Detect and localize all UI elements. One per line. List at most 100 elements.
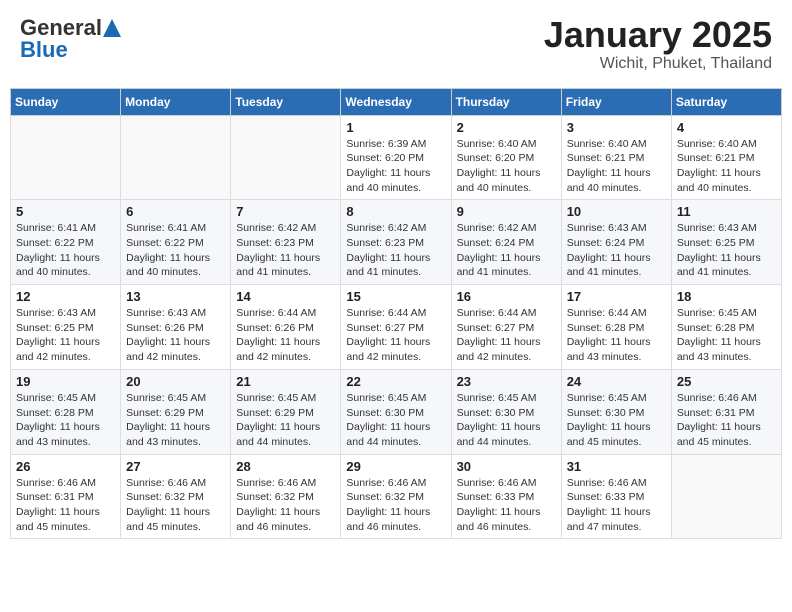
day-number: 1 bbox=[346, 120, 445, 135]
day-number: 8 bbox=[346, 204, 445, 219]
day-number: 21 bbox=[236, 374, 335, 389]
calendar-cell: 28Sunrise: 6:46 AM Sunset: 6:32 PM Dayli… bbox=[231, 454, 341, 539]
day-info: Sunrise: 6:46 AM Sunset: 6:31 PM Dayligh… bbox=[677, 391, 776, 450]
calendar-cell: 15 Sunrise: 6:44 AM Sunset: 6:27 PM Dayli… bbox=[341, 285, 451, 370]
calendar-cell: 22 Sunrise: 6:45 AM Sunset: 6:30 PM Dayli… bbox=[341, 369, 451, 454]
calendar-cell: 5 Sunrise: 6:41 AM Sunset: 6:22 PM Daylig… bbox=[11, 200, 121, 285]
calendar-cell bbox=[231, 115, 341, 200]
day-info: Sunrise: 6:41 AM Sunset: 6:22 PM Dayligh… bbox=[126, 221, 225, 280]
calendar-cell: 26 Sunrise: 6:46 AM Sunset: 6:31 PM Dayli… bbox=[11, 454, 121, 539]
day-info: Sunrise: 6:46 AM Sunset: 6:33 PM Dayligh… bbox=[567, 476, 666, 535]
day-info: Sunrise: 6:46 AM Sunset: 6:31 PM Dayligh… bbox=[16, 476, 115, 535]
calendar-week-3: 12 Sunrise: 6:43 AM Sunset: 6:25 PM Dayli… bbox=[11, 285, 782, 370]
month-title: January 2025 bbox=[544, 15, 772, 55]
weekday-header-row: SundayMondayTuesdayWednesdayThursdayFrid… bbox=[11, 88, 782, 115]
day-number: 27 bbox=[126, 459, 225, 474]
day-number: 6 bbox=[126, 204, 225, 219]
title-area: January 2025 Wichit, Phuket, Thailand bbox=[544, 15, 772, 73]
calendar-week-1: 1 Sunrise: 6:39 AM Sunset: 6:20 PM Daylig… bbox=[11, 115, 782, 200]
day-number: 12 bbox=[16, 289, 115, 304]
day-info: Sunrise: 6:40 AM Sunset: 6:21 PM Dayligh… bbox=[677, 137, 776, 196]
day-number: 5 bbox=[16, 204, 115, 219]
day-number: 23 bbox=[457, 374, 556, 389]
day-info: Sunrise: 6:42 AM Sunset: 6:24 PM Dayligh… bbox=[457, 221, 556, 280]
day-number: 3 bbox=[567, 120, 666, 135]
day-info: Sunrise: 6:45 AM Sunset: 6:30 PM Dayligh… bbox=[567, 391, 666, 450]
page-header: General Blue January 2025 Wichit, Phuket… bbox=[10, 10, 782, 78]
calendar-cell bbox=[121, 115, 231, 200]
calendar-cell: 18 Sunrise: 6:45 AM Sunset: 6:28 PM Dayli… bbox=[671, 285, 781, 370]
day-info: Sunrise: 6:39 AM Sunset: 6:20 PM Dayligh… bbox=[346, 137, 445, 196]
logo: General Blue bbox=[20, 15, 122, 63]
weekday-header-wednesday: Wednesday bbox=[341, 88, 451, 115]
day-number: 25 bbox=[677, 374, 776, 389]
calendar-week-4: 19Sunrise: 6:45 AM Sunset: 6:28 PM Dayli… bbox=[11, 369, 782, 454]
day-info: Sunrise: 6:46 AM Sunset: 6:33 PM Dayligh… bbox=[457, 476, 556, 535]
calendar-cell: 21 Sunrise: 6:45 AM Sunset: 6:29 PM Dayli… bbox=[231, 369, 341, 454]
day-info: Sunrise: 6:44 AM Sunset: 6:28 PM Dayligh… bbox=[567, 306, 666, 365]
calendar-cell: 16 Sunrise: 6:44 AM Sunset: 6:27 PM Dayli… bbox=[451, 285, 561, 370]
day-number: 9 bbox=[457, 204, 556, 219]
calendar-cell: 11Sunrise: 6:43 AM Sunset: 6:25 PM Dayli… bbox=[671, 200, 781, 285]
day-number: 11 bbox=[677, 204, 776, 219]
day-number: 22 bbox=[346, 374, 445, 389]
calendar-cell: 14Sunrise: 6:44 AM Sunset: 6:26 PM Dayli… bbox=[231, 285, 341, 370]
day-info: Sunrise: 6:43 AM Sunset: 6:26 PM Dayligh… bbox=[126, 306, 225, 365]
weekday-header-saturday: Saturday bbox=[671, 88, 781, 115]
day-info: Sunrise: 6:46 AM Sunset: 6:32 PM Dayligh… bbox=[126, 476, 225, 535]
day-number: 15 bbox=[346, 289, 445, 304]
day-number: 30 bbox=[457, 459, 556, 474]
day-info: Sunrise: 6:43 AM Sunset: 6:24 PM Dayligh… bbox=[567, 221, 666, 280]
calendar-cell bbox=[11, 115, 121, 200]
day-number: 20 bbox=[126, 374, 225, 389]
calendar-week-5: 26 Sunrise: 6:46 AM Sunset: 6:31 PM Dayli… bbox=[11, 454, 782, 539]
day-number: 10 bbox=[567, 204, 666, 219]
calendar-cell: 30 Sunrise: 6:46 AM Sunset: 6:33 PM Dayli… bbox=[451, 454, 561, 539]
logo-icon bbox=[103, 19, 121, 37]
calendar-cell: 20Sunrise: 6:45 AM Sunset: 6:29 PM Dayli… bbox=[121, 369, 231, 454]
day-info: Sunrise: 6:45 AM Sunset: 6:29 PM Dayligh… bbox=[236, 391, 335, 450]
day-info: Sunrise: 6:45 AM Sunset: 6:28 PM Dayligh… bbox=[677, 306, 776, 365]
calendar-cell: 31Sunrise: 6:46 AM Sunset: 6:33 PM Dayli… bbox=[561, 454, 671, 539]
weekday-header-tuesday: Tuesday bbox=[231, 88, 341, 115]
calendar-cell: 13 Sunrise: 6:43 AM Sunset: 6:26 PM Dayli… bbox=[121, 285, 231, 370]
location: Wichit, Phuket, Thailand bbox=[544, 55, 772, 73]
calendar-cell: 23 Sunrise: 6:45 AM Sunset: 6:30 PM Dayli… bbox=[451, 369, 561, 454]
weekday-header-sunday: Sunday bbox=[11, 88, 121, 115]
day-info: Sunrise: 6:42 AM Sunset: 6:23 PM Dayligh… bbox=[346, 221, 445, 280]
calendar-week-2: 5 Sunrise: 6:41 AM Sunset: 6:22 PM Daylig… bbox=[11, 200, 782, 285]
weekday-header-monday: Monday bbox=[121, 88, 231, 115]
day-info: Sunrise: 6:44 AM Sunset: 6:27 PM Dayligh… bbox=[346, 306, 445, 365]
day-number: 26 bbox=[16, 459, 115, 474]
logo-blue: Blue bbox=[20, 37, 68, 63]
day-info: Sunrise: 6:43 AM Sunset: 6:25 PM Dayligh… bbox=[16, 306, 115, 365]
calendar-cell: 9 Sunrise: 6:42 AM Sunset: 6:24 PM Daylig… bbox=[451, 200, 561, 285]
day-number: 13 bbox=[126, 289, 225, 304]
calendar-cell: 6 Sunrise: 6:41 AM Sunset: 6:22 PM Daylig… bbox=[121, 200, 231, 285]
calendar-cell: 10 Sunrise: 6:43 AM Sunset: 6:24 PM Dayli… bbox=[561, 200, 671, 285]
day-number: 7 bbox=[236, 204, 335, 219]
calendar-cell: 8 Sunrise: 6:42 AM Sunset: 6:23 PM Daylig… bbox=[341, 200, 451, 285]
day-number: 17 bbox=[567, 289, 666, 304]
day-info: Sunrise: 6:40 AM Sunset: 6:20 PM Dayligh… bbox=[457, 137, 556, 196]
day-number: 18 bbox=[677, 289, 776, 304]
calendar-cell: 4Sunrise: 6:40 AM Sunset: 6:21 PM Daylig… bbox=[671, 115, 781, 200]
calendar-cell bbox=[671, 454, 781, 539]
calendar-cell: 17 Sunrise: 6:44 AM Sunset: 6:28 PM Dayli… bbox=[561, 285, 671, 370]
weekday-header-thursday: Thursday bbox=[451, 88, 561, 115]
calendar-cell: 1 Sunrise: 6:39 AM Sunset: 6:20 PM Daylig… bbox=[341, 115, 451, 200]
day-number: 24 bbox=[567, 374, 666, 389]
calendar-cell: 12 Sunrise: 6:43 AM Sunset: 6:25 PM Dayli… bbox=[11, 285, 121, 370]
day-info: Sunrise: 6:45 AM Sunset: 6:30 PM Dayligh… bbox=[346, 391, 445, 450]
day-number: 14 bbox=[236, 289, 335, 304]
day-info: Sunrise: 6:40 AM Sunset: 6:21 PM Dayligh… bbox=[567, 137, 666, 196]
weekday-header-friday: Friday bbox=[561, 88, 671, 115]
day-number: 16 bbox=[457, 289, 556, 304]
day-info: Sunrise: 6:41 AM Sunset: 6:22 PM Dayligh… bbox=[16, 221, 115, 280]
day-info: Sunrise: 6:46 AM Sunset: 6:32 PM Dayligh… bbox=[236, 476, 335, 535]
day-info: Sunrise: 6:45 AM Sunset: 6:30 PM Dayligh… bbox=[457, 391, 556, 450]
calendar-cell: 19Sunrise: 6:45 AM Sunset: 6:28 PM Dayli… bbox=[11, 369, 121, 454]
calendar: SundayMondayTuesdayWednesdayThursdayFrid… bbox=[10, 88, 782, 540]
day-info: Sunrise: 6:44 AM Sunset: 6:27 PM Dayligh… bbox=[457, 306, 556, 365]
day-number: 29 bbox=[346, 459, 445, 474]
